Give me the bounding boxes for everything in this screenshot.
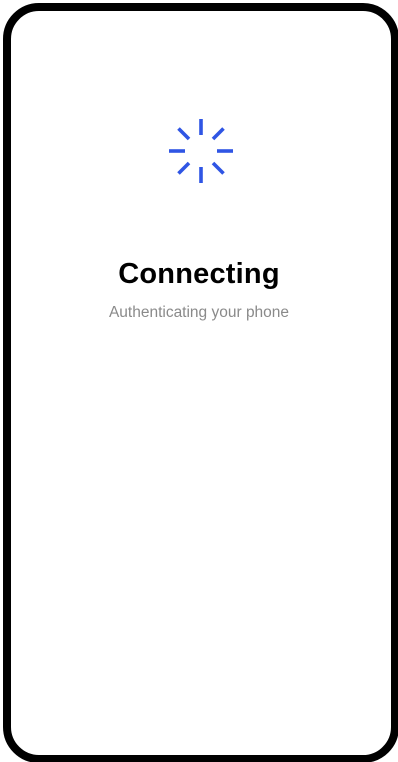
- status-subtitle: Authenticating your phone: [108, 304, 290, 321]
- loading-spinner-icon: [169, 119, 233, 183]
- page-title: Connecting: [118, 258, 280, 290]
